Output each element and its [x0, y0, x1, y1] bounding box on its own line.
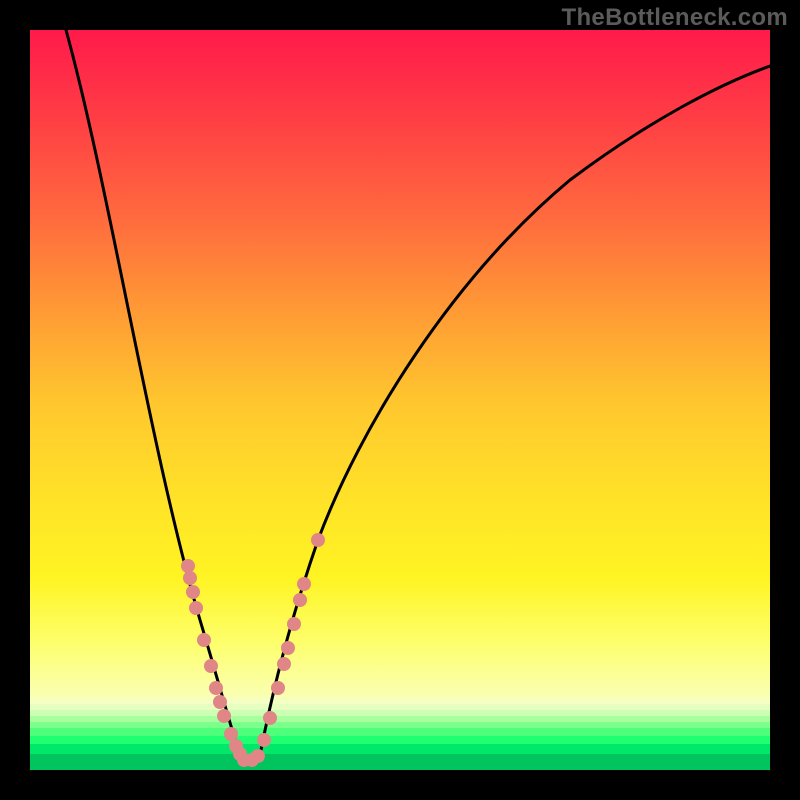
data-marker	[181, 559, 195, 573]
curve-layer	[30, 30, 770, 770]
marker-group	[181, 533, 325, 767]
right-curve	[260, 66, 770, 755]
data-marker	[287, 617, 301, 631]
watermark-text: TheBottleneck.com	[562, 4, 788, 32]
data-marker	[293, 593, 307, 607]
data-marker	[257, 733, 271, 747]
data-marker	[183, 571, 197, 585]
data-marker	[217, 709, 231, 723]
data-marker	[263, 711, 277, 725]
data-marker	[189, 601, 203, 615]
data-marker	[197, 633, 211, 647]
data-marker	[271, 681, 285, 695]
data-marker	[213, 695, 227, 709]
data-marker	[297, 577, 311, 591]
data-marker	[186, 585, 200, 599]
data-marker	[209, 681, 223, 695]
chart-frame: TheBottleneck.com	[0, 0, 800, 800]
data-marker	[251, 749, 265, 763]
data-marker	[281, 641, 295, 655]
data-marker	[224, 727, 238, 741]
data-marker	[204, 659, 218, 673]
data-marker	[311, 533, 325, 547]
data-marker	[277, 657, 291, 671]
plot-area	[30, 30, 770, 770]
left-curve	[66, 30, 240, 755]
